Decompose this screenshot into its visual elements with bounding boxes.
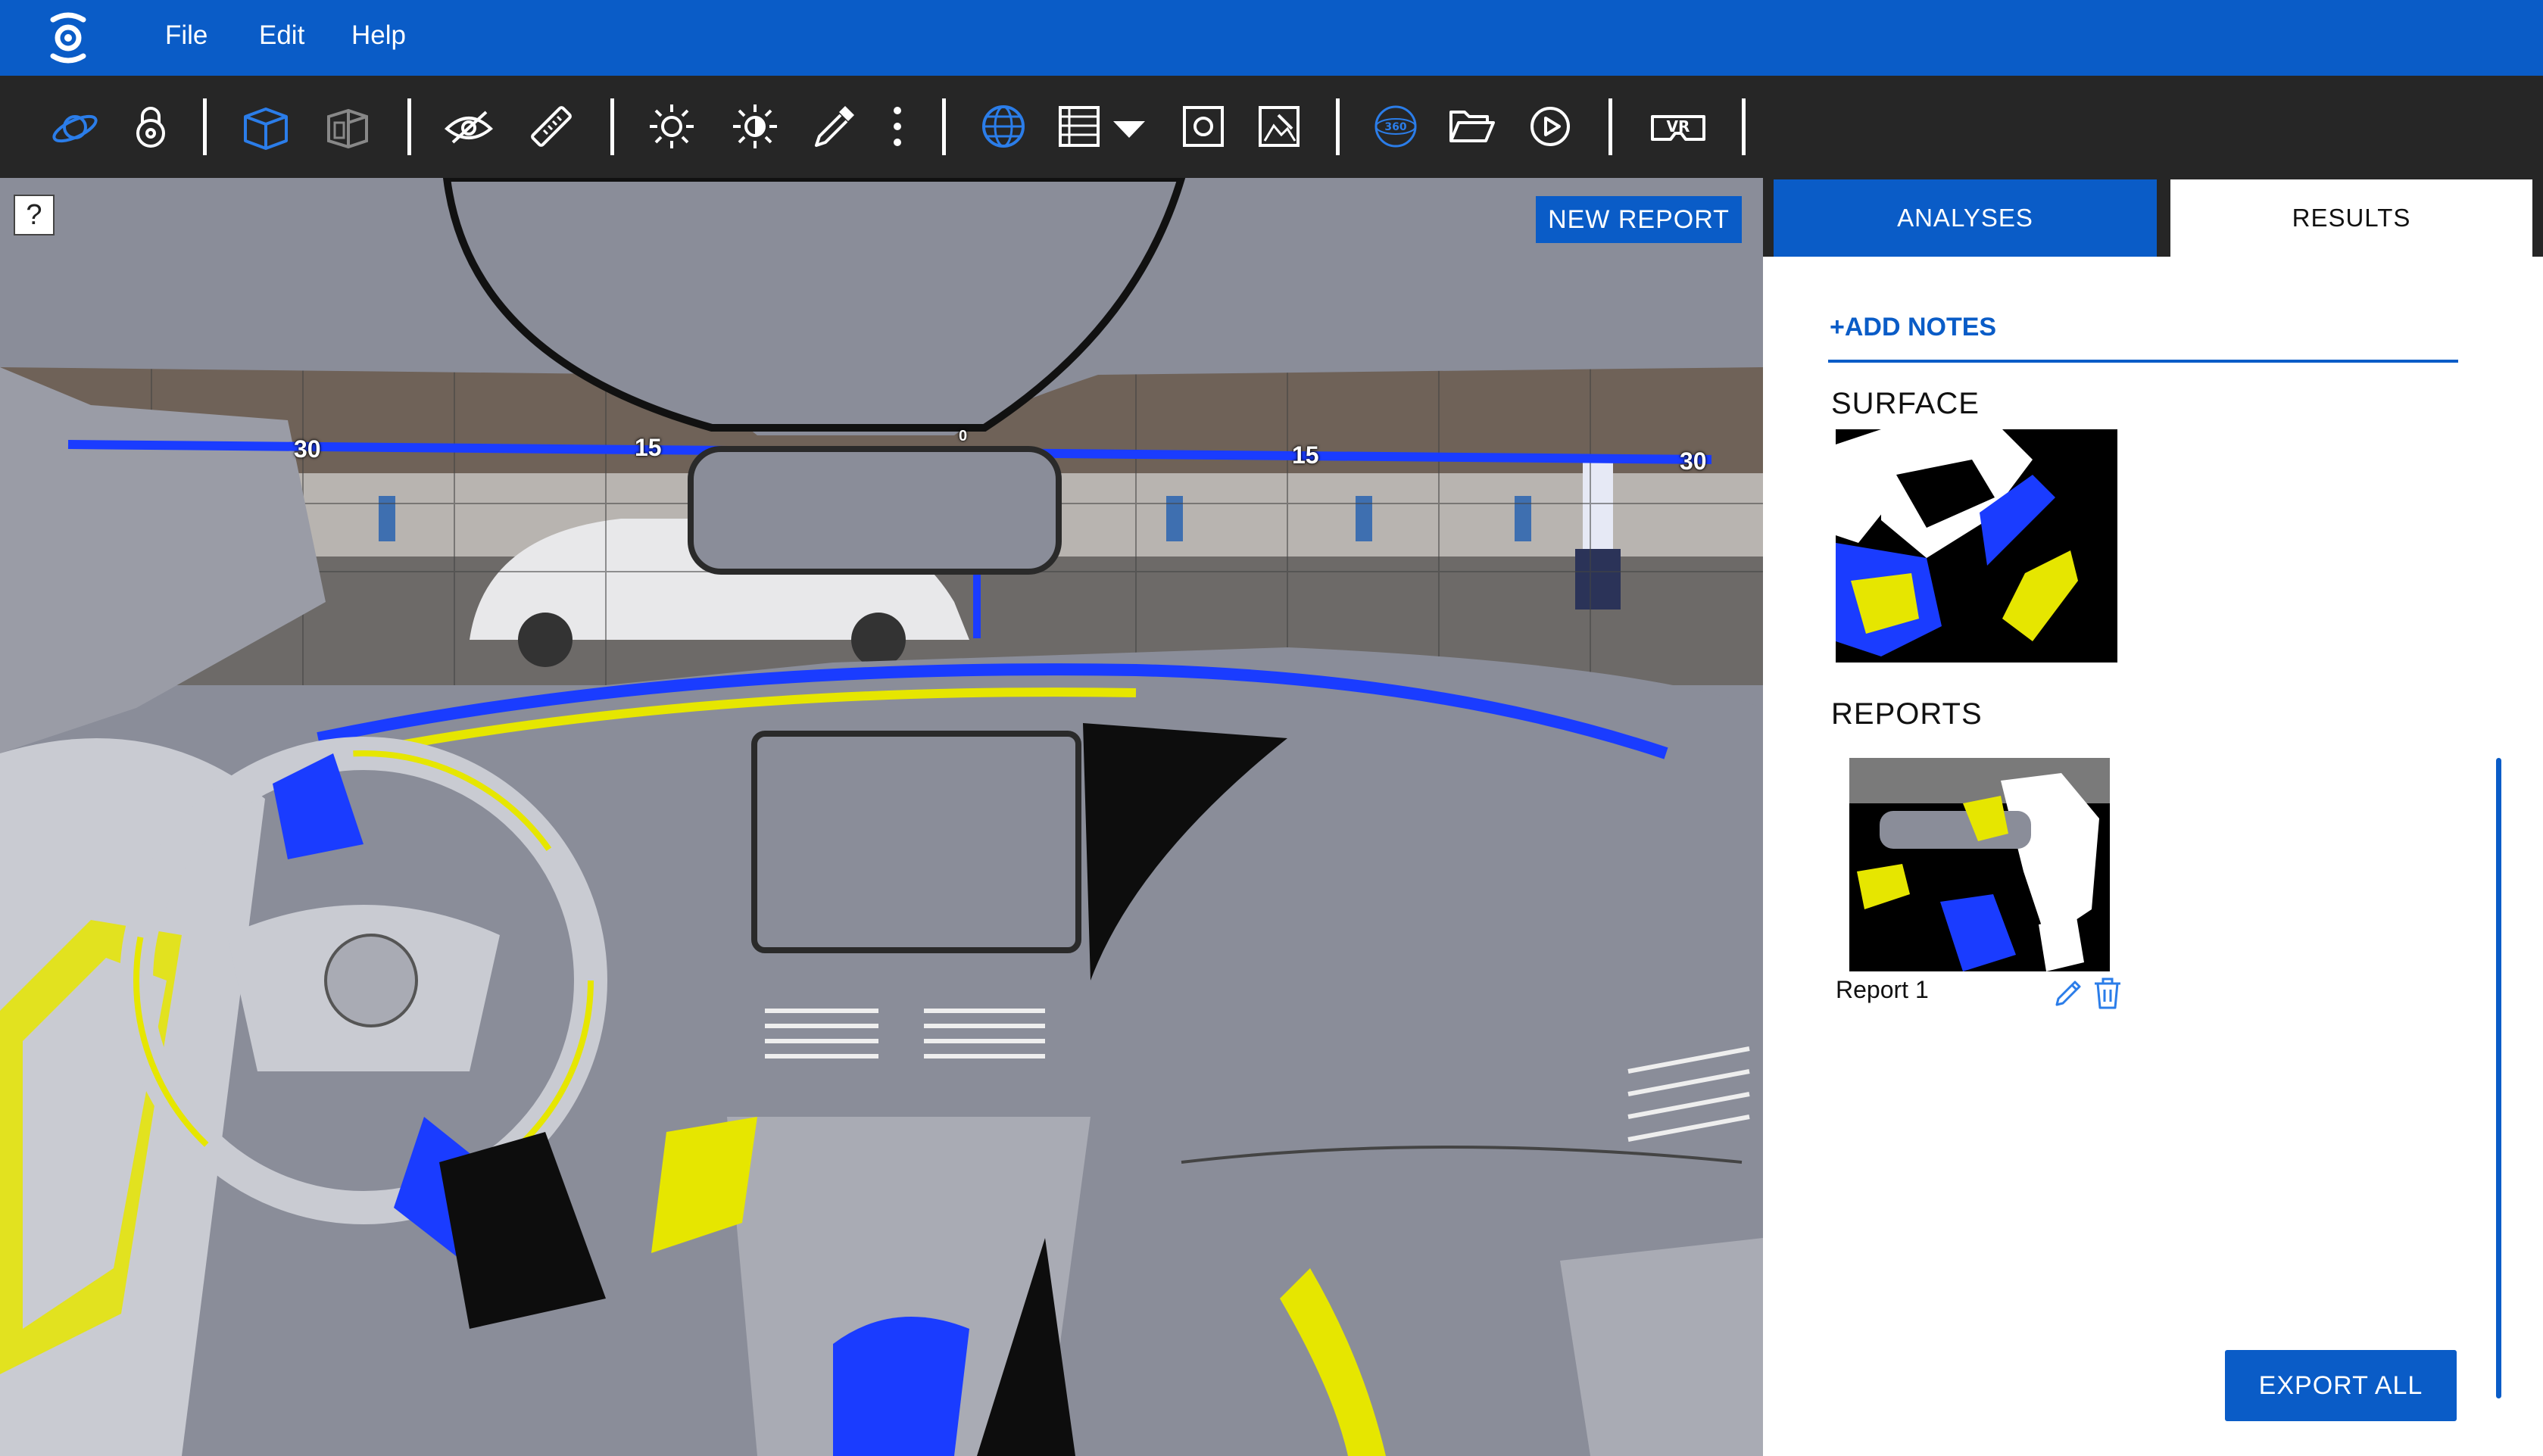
surface-thumbnail[interactable] — [1836, 429, 2117, 663]
toolbar-separator — [1742, 98, 1746, 155]
svg-text:VR: VR — [1667, 117, 1690, 136]
folder-open-icon[interactable] — [1445, 100, 1498, 153]
eyedropper-icon[interactable] — [807, 100, 860, 153]
image-edit-icon[interactable] — [1253, 100, 1306, 153]
sun-adjust-icon[interactable] — [729, 100, 782, 153]
menu-edit[interactable]: Edit — [259, 20, 304, 51]
lock-icon[interactable] — [124, 100, 177, 153]
snapshot-icon[interactable] — [1177, 100, 1230, 153]
add-notes-button[interactable]: +ADD NOTES — [1830, 313, 1996, 342]
more-vertical-icon[interactable] — [871, 100, 924, 153]
toolbar-separator — [610, 98, 614, 155]
help-button[interactable]: ? — [14, 195, 55, 235]
delete-report-icon[interactable] — [2092, 976, 2123, 1011]
section-view-icon[interactable] — [321, 100, 374, 153]
menu-bar: File Edit Help — [0, 0, 2543, 76]
surface-section-title: SURFACE — [1831, 387, 1980, 420]
menu-help[interactable]: Help — [351, 20, 406, 51]
tab-results[interactable]: RESULTS — [2170, 179, 2532, 257]
svg-text:360: 360 — [1384, 121, 1406, 133]
app-logo-icon[interactable] — [45, 12, 91, 64]
globe-icon[interactable] — [977, 100, 1030, 153]
scale-tick-right-15: 15 — [1292, 441, 1319, 469]
panel-tabs: ANALYSES RESULTS — [1763, 178, 2543, 257]
new-report-button[interactable]: NEW REPORT — [1536, 196, 1742, 243]
toolbar: 360 VR — [0, 76, 2543, 178]
report-name: Report 1 — [1836, 976, 1929, 1003]
scale-tick-right-30: 30 — [1680, 447, 1707, 475]
orbit-icon[interactable] — [48, 100, 101, 153]
results-panel: ANALYSES RESULTS +ADD NOTES SURFACE REPO… — [1763, 178, 2543, 1456]
3d-box-icon[interactable] — [239, 100, 292, 153]
menu-file[interactable]: File — [165, 20, 207, 51]
toolbar-separator — [203, 98, 207, 155]
toolbar-separator — [942, 98, 946, 155]
toolbar-separator — [1608, 98, 1612, 155]
add-notes-divider — [1828, 360, 2458, 363]
3d-viewport[interactable]: 30 15 0 15 30 ? NEW REPORT — [0, 178, 1763, 1456]
scale-tick-left-15: 15 — [635, 434, 662, 461]
ruler-icon[interactable] — [524, 100, 577, 153]
car-interior-render — [0, 178, 1763, 1456]
scale-tick-left-30: 30 — [294, 435, 321, 463]
panel-scrollbar[interactable] — [2496, 758, 2501, 1398]
eye-slash-icon[interactable] — [442, 100, 495, 153]
edit-report-icon[interactable] — [2052, 977, 2084, 1009]
sun-icon[interactable] — [645, 100, 698, 153]
tab-analyses[interactable]: ANALYSES — [1774, 179, 2157, 257]
play-icon[interactable] — [1524, 100, 1577, 153]
film-grid-icon[interactable] — [1053, 100, 1106, 153]
dropdown-caret-icon[interactable] — [1103, 100, 1156, 153]
report-thumbnail[interactable] — [1849, 758, 2110, 971]
reports-section-title: REPORTS — [1831, 697, 1983, 731]
toolbar-separator — [1336, 98, 1340, 155]
scale-tick-center: 0 — [959, 428, 968, 444]
view-360-icon[interactable]: 360 — [1369, 100, 1422, 153]
toolbar-separator — [407, 98, 411, 155]
export-all-button[interactable]: EXPORT ALL — [2225, 1350, 2457, 1421]
vr-headset-icon[interactable]: VR — [1648, 100, 1708, 153]
